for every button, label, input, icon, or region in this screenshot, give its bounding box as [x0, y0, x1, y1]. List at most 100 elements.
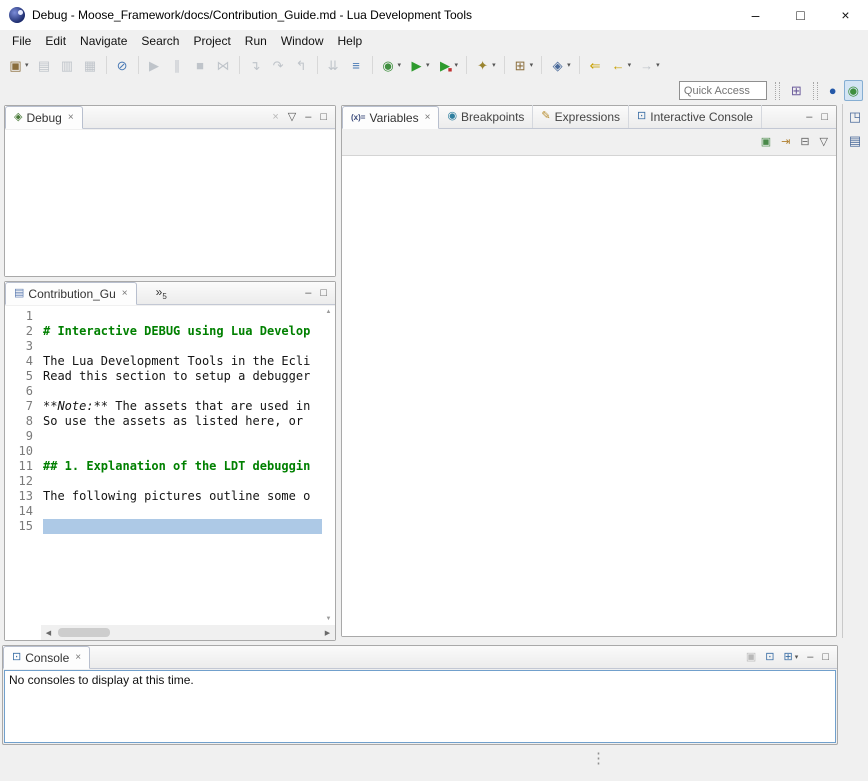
open-console-button[interactable]: ⊞▾ [780, 651, 801, 664]
editor-line-15[interactable] [43, 519, 322, 534]
editor-minimize-button[interactable]: – [302, 287, 314, 300]
lua-perspective-button[interactable]: ● [826, 80, 840, 101]
editor-line-5[interactable]: Read this section to setup a debugger [43, 369, 322, 384]
external-tools-dropdown[interactable]: ▾ [455, 61, 459, 69]
back-button[interactable]: ←▾ [608, 54, 635, 76]
menu-help[interactable]: Help [331, 31, 370, 51]
debug-maximize-button[interactable]: □ [317, 111, 330, 124]
variables-toolbar: ▣ ⇥ ⊟ ▽ [342, 130, 836, 155]
back-dropdown[interactable]: ▾ [628, 61, 632, 69]
tab-contribution-guide[interactable]: ▤ Contribution_Gu × [5, 282, 137, 305]
tab-breakpoints[interactable]: ◉Breakpoints [439, 105, 533, 128]
open-element-dropdown[interactable]: ▾ [567, 61, 571, 69]
editor-line-13[interactable]: The following pictures outline some o [43, 489, 322, 504]
editor-hscrollbar[interactable]: ◀ ▶ [41, 625, 335, 640]
console-minimize-button[interactable]: – [804, 651, 816, 664]
open-perspective-button[interactable]: ⊞ [788, 80, 805, 101]
editor-maximize-button[interactable]: □ [317, 287, 330, 300]
collapse-all-button[interactable]: ⊟ [797, 136, 812, 149]
open-search-button[interactable]: ✦▾ [472, 54, 499, 76]
editor-line-7[interactable]: **Note:** The assets that are used in [43, 399, 322, 414]
open-search-dropdown[interactable]: ▾ [492, 61, 496, 69]
debug-perspective-button[interactable]: ◉ [844, 80, 863, 101]
menu-file[interactable]: File [5, 31, 38, 51]
debug-dropdown[interactable]: ▾ [398, 61, 402, 69]
lua-perspective-icon: ● [829, 84, 837, 97]
hscroll-track[interactable] [56, 625, 320, 640]
editor-line-6[interactable] [43, 384, 322, 399]
menu-search[interactable]: Search [134, 31, 186, 51]
debug-button[interactable]: ◉▾ [378, 54, 405, 76]
editor-line-11[interactable]: ## 1. Explanation of the LDT debuggin [43, 459, 322, 474]
main-toolbar: ▣▾▤▥▦⊘▶∥■⋈↴↷↰⇊≡◉▾▶▾▶■▾✦▾⊞▾◈▾⇐←▾→▾ [0, 52, 868, 78]
maximize-window-button[interactable]: □ [778, 0, 823, 30]
new-wizard-dropdown[interactable]: ▾ [530, 61, 534, 69]
console-maximize-button[interactable]: □ [819, 651, 832, 664]
editor-line-8[interactable]: So use the assets as listed here, or [43, 414, 322, 429]
editor-line-12[interactable] [43, 474, 322, 489]
editor-code[interactable]: # Interactive DEBUG using Lua Develop The… [43, 306, 322, 625]
variables-close-icon[interactable]: × [425, 112, 431, 123]
forward-dropdown[interactable]: ▾ [656, 61, 660, 69]
menu-run[interactable]: Run [238, 31, 274, 51]
show-logical-structures-button[interactable]: ▣ [758, 136, 774, 149]
status-bar: ⋮ [0, 745, 868, 781]
tab-variables[interactable]: (x)=Variables× [342, 106, 439, 129]
menu-navigate[interactable]: Navigate [73, 31, 134, 51]
tab-interactive-console[interactable]: ⊡Interactive Console [629, 105, 762, 128]
editor-line-numbers[interactable]: 123456789101112131415 [5, 306, 41, 625]
menu-window[interactable]: Window [274, 31, 331, 51]
use-step-filters-button[interactable]: ≡ [346, 54, 367, 76]
editor-line-3[interactable] [43, 339, 322, 354]
minimized-view-stack-button[interactable]: ▤ [846, 133, 864, 148]
run-dropdown[interactable]: ▾ [426, 61, 430, 69]
editor-line-10[interactable] [43, 444, 322, 459]
editor-line-14[interactable] [43, 504, 322, 519]
new-dropdown[interactable]: ▾ [25, 61, 29, 69]
debug-view-menu-button[interactable]: ▽ [285, 111, 299, 124]
debug-tab-close-icon[interactable]: × [68, 112, 74, 123]
console-output[interactable]: No consoles to display at this time. [4, 670, 836, 743]
show-type-names-button[interactable]: ⇥ [778, 136, 793, 149]
editor-line-4[interactable]: The Lua Development Tools in the Ecli [43, 354, 322, 369]
debug-minimize-button[interactable]: – [302, 111, 314, 124]
new-wizard-button[interactable]: ⊞▾ [510, 54, 537, 76]
editor-line-1[interactable] [43, 309, 322, 324]
menu-edit[interactable]: Edit [38, 31, 73, 51]
variables-minimize-button[interactable]: – [803, 111, 815, 124]
debug-view-header: ◈ Debug × × ▽–□ [5, 106, 335, 129]
display-selected-console-button[interactable]: ⊡ [762, 651, 777, 664]
editor-line-2[interactable]: # Interactive DEBUG using Lua Develop [43, 324, 322, 339]
restore-panel-button[interactable]: ◳ [846, 109, 864, 124]
hscroll-left-arrow[interactable]: ◀ [41, 629, 56, 637]
quick-access-input[interactable] [679, 81, 767, 100]
last-edit-location-button[interactable]: ⇐ [585, 54, 606, 76]
tab-expressions[interactable]: ✎Expressions [533, 105, 629, 128]
sash-drag-handle[interactable]: ⋮ [591, 751, 606, 766]
minimize-window-button[interactable]: – [733, 0, 778, 30]
variables-view-menu-button[interactable]: ▽ [817, 136, 831, 149]
menu-project[interactable]: Project [186, 31, 237, 51]
console-tab-close-icon[interactable]: × [75, 652, 81, 663]
hscroll-thumb[interactable] [58, 628, 110, 637]
external-tools-button[interactable]: ▶■▾ [435, 54, 462, 76]
run-button[interactable]: ▶▾ [406, 54, 433, 76]
editor-tab-overflow[interactable]: » 5 [151, 283, 172, 304]
skip-all-breakpoints-button[interactable]: ⊘ [112, 54, 133, 76]
editor-tab-close-icon[interactable]: × [122, 288, 128, 299]
new-button[interactable]: ▣▾ [5, 54, 32, 76]
editor-vscrollbar[interactable]: ▲ ▼ [322, 306, 335, 625]
open-element-button[interactable]: ◈▾ [547, 54, 574, 76]
hscroll-right-arrow[interactable]: ▶ [320, 629, 335, 637]
variables-maximize-button[interactable]: □ [818, 111, 831, 124]
variables-content [342, 155, 836, 636]
restore-panel-icon: ◳ [849, 110, 861, 123]
close-window-button[interactable]: × [823, 0, 868, 30]
tab-label: Contribution_Gu [28, 287, 115, 301]
vscroll-down-arrow[interactable]: ▼ [326, 616, 332, 622]
vscroll-up-arrow[interactable]: ▲ [326, 309, 332, 315]
open-console-dropdown[interactable]: ▾ [795, 653, 799, 661]
editor-line-9[interactable] [43, 429, 322, 444]
tab-debug[interactable]: ◈ Debug × [5, 106, 83, 129]
tab-console[interactable]: ⊡ Console × [3, 646, 90, 669]
